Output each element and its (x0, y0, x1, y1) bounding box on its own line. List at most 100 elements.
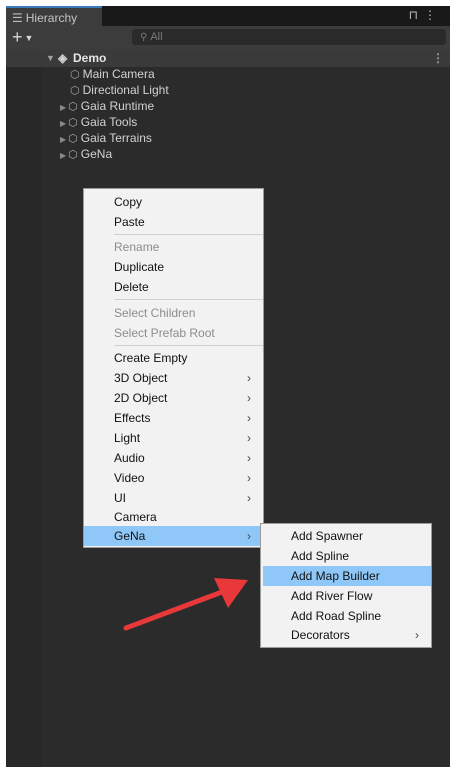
expand-arrow-icon[interactable]: ▶ (60, 151, 66, 160)
tab-bar: ☰ Hierarchy ⊓⋮ (6, 6, 450, 27)
menu-item-gena[interactable]: GeNa › (84, 526, 263, 546)
submenu-item-label: Add Road Spline (291, 609, 382, 623)
chevron-right-icon: › (247, 391, 251, 405)
menu-item-label: UI (114, 491, 126, 505)
menu-item-delete[interactable]: Delete (84, 277, 263, 297)
menu-separator (114, 345, 263, 346)
menu-item-camera[interactable]: Camera (84, 507, 263, 527)
menu-item-label: Effects (114, 411, 151, 425)
tree-item-gena[interactable]: ▶ ⬡ GeNa (60, 146, 112, 162)
menu-separator (114, 299, 263, 300)
menu-item-label: 3D Object (114, 371, 168, 385)
gameobject-cube-icon: ⬡ (68, 117, 78, 129)
search-input[interactable]: ⚲ All (132, 29, 446, 45)
tab-hierarchy[interactable]: ☰ Hierarchy (6, 6, 102, 27)
menu-item-2d-object[interactable]: 2D Object › (84, 388, 263, 408)
menu-item-paste[interactable]: Paste (84, 212, 263, 232)
chevron-right-icon: › (247, 371, 251, 385)
gameobject-cube-icon: ⬡ (68, 149, 78, 161)
submenu-item-add-spline[interactable]: Add Spline (263, 546, 431, 566)
submenu-item-decorators[interactable]: Decorators › (263, 625, 431, 645)
menu-item-video[interactable]: Video › (84, 468, 263, 488)
gameobject-cube-icon: ⬡ (70, 85, 80, 97)
tree-item-directional-light[interactable]: ⬡ Directional Light (70, 82, 169, 98)
menu-item-3d-object[interactable]: 3D Object › (84, 368, 263, 388)
menu-item-label: Rename (114, 240, 160, 254)
menu-item-audio[interactable]: Audio › (84, 448, 263, 468)
tree-item-label: Gaia Tools (80, 115, 138, 129)
expand-arrow-icon[interactable]: ▶ (60, 103, 66, 112)
chevron-right-icon: › (415, 628, 419, 642)
tree-item-label: GeNa (80, 147, 113, 161)
chevron-right-icon: › (247, 411, 251, 425)
chevron-right-icon: › (247, 431, 251, 445)
menu-item-label: Select Children (114, 306, 196, 320)
menu-item-label: GeNa (114, 529, 146, 543)
hierarchy-gutter (6, 50, 42, 767)
hierarchy-toolbar: + ▼ ⚲ All (6, 26, 450, 50)
context-menu: Copy Paste Rename Duplicate Delete Selec… (83, 188, 264, 548)
expand-arrow-icon[interactable]: ▼ (46, 50, 55, 67)
menu-item-select-children: Select Children (84, 303, 263, 323)
chevron-right-icon: › (247, 529, 251, 543)
scene-options-icon[interactable]: ⋮ (432, 50, 444, 67)
submenu-item-label: Add Spline (291, 549, 350, 563)
submenu-item-add-map-builder[interactable]: Add Map Builder (263, 566, 431, 586)
tree-item-gaia-terrains[interactable]: ▶ ⬡ Gaia Terrains (60, 130, 152, 146)
menu-item-label: Camera (114, 510, 157, 524)
menu-item-label: 2D Object (114, 391, 168, 405)
expand-arrow-icon[interactable]: ▶ (60, 135, 66, 144)
chevron-right-icon: › (247, 471, 251, 485)
tree-item-label: Gaia Terrains (80, 131, 152, 145)
menu-item-rename: Rename (84, 237, 263, 257)
create-button[interactable]: + ▼ (12, 26, 33, 49)
submenu-item-label: Add River Flow (291, 589, 373, 603)
submenu-item-label: Add Spawner (291, 529, 364, 543)
menu-item-select-prefab-root: Select Prefab Root (84, 323, 263, 343)
more-options-icon[interactable]: ⋮ (424, 8, 442, 22)
menu-item-label: Light (114, 431, 141, 445)
tree-item-label: Gaia Runtime (80, 99, 155, 113)
search-placeholder: All (150, 31, 163, 43)
menu-item-create-empty[interactable]: Create Empty (84, 348, 263, 368)
submenu-item-add-spawner[interactable]: Add Spawner (263, 526, 431, 546)
menu-item-label: Delete (114, 280, 149, 294)
tree-item-main-camera[interactable]: ⬡ Main Camera (70, 66, 155, 82)
tab-title: Hierarchy (25, 11, 78, 25)
annotation-arrow (123, 578, 248, 631)
plus-icon: + (12, 27, 23, 47)
menu-item-label: Create Empty (114, 351, 188, 365)
gameobject-cube-icon: ⬡ (68, 133, 78, 145)
menu-item-copy[interactable]: Copy (84, 192, 263, 212)
tab-options: ⊓⋮ (409, 8, 442, 22)
tree-item-gaia-runtime[interactable]: ▶ ⬡ Gaia Runtime (60, 98, 154, 114)
menu-item-light[interactable]: Light › (84, 428, 263, 448)
submenu-item-add-road-spline[interactable]: Add Road Spline (263, 606, 431, 626)
chevron-down-icon: ▼ (24, 33, 34, 44)
menu-item-ui[interactable]: UI › (84, 488, 263, 508)
menu-item-label: Select Prefab Root (114, 326, 215, 340)
gameobject-cube-icon: ⬡ (68, 101, 78, 113)
menu-item-label: Copy (114, 195, 143, 209)
gameobject-cube-icon: ⬡ (70, 69, 80, 81)
menu-item-label: Video (114, 471, 145, 485)
scene-name: Demo (73, 51, 107, 65)
scene-row[interactable]: ▼ ◈ Demo ⋮ (6, 50, 450, 67)
unity-scene-icon: ◈ (58, 51, 68, 65)
expand-arrow-icon[interactable]: ▶ (60, 119, 66, 128)
tree-item-label: Main Camera (82, 67, 155, 81)
submenu-item-label: Add Map Builder (291, 569, 380, 583)
chevron-right-icon: › (247, 491, 251, 505)
menu-separator (114, 234, 263, 235)
menu-item-label: Duplicate (114, 260, 165, 274)
menu-item-effects[interactable]: Effects › (84, 408, 263, 428)
menu-item-label: Paste (114, 215, 145, 229)
submenu-item-add-river-flow[interactable]: Add River Flow (263, 586, 431, 606)
tree-item-gaia-tools[interactable]: ▶ ⬡ Gaia Tools (60, 114, 137, 130)
menu-item-label: Audio (114, 451, 145, 465)
chevron-right-icon: › (247, 451, 251, 465)
menu-item-duplicate[interactable]: Duplicate (84, 257, 263, 277)
gena-submenu: Add Spawner Add Spline Add Map Builder A… (260, 523, 432, 648)
lock-icon[interactable]: ⊓ (409, 8, 424, 22)
submenu-item-label: Decorators (291, 628, 350, 642)
